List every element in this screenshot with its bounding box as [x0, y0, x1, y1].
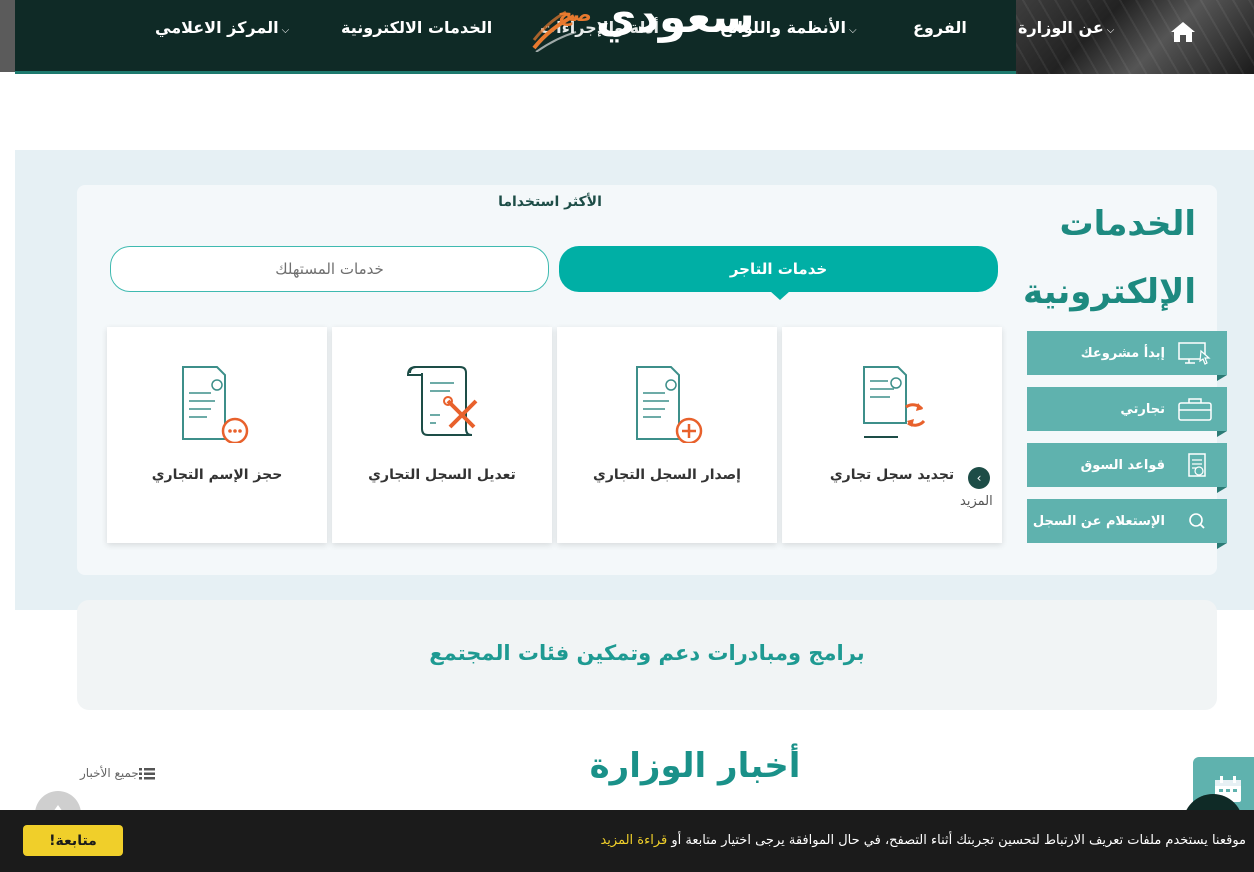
nav-item-media-center[interactable]: ⌵المركز الاعلامي: [155, 18, 289, 37]
side-button-label: الإستعلام عن السجل: [1032, 513, 1165, 529]
nav-item-branches[interactable]: الفروع: [913, 18, 967, 37]
nav-item-label: عن الوزارة: [1018, 18, 1104, 37]
add-document-icon: [636, 366, 703, 443]
chevron-down-icon: ⌵: [1106, 25, 1115, 36]
nav-item-label: المركز الاعلامي: [155, 18, 279, 37]
nav-background: [15, 0, 1016, 74]
my-business-button[interactable]: تجارتي: [1027, 387, 1227, 437]
side-button-label: قواعد السوق: [1080, 457, 1165, 473]
home-icon[interactable]: [1170, 20, 1196, 44]
renew-document-icon: [863, 366, 926, 438]
eservices-title-line1: الخدمات: [1059, 204, 1196, 244]
nav-left-strip: [0, 0, 15, 72]
briefcase-icon: [1178, 398, 1212, 421]
rules-document-icon: [1188, 453, 1206, 477]
edit-scroll-icon: [406, 366, 478, 436]
site-logo[interactable]: أدلة والإجراءات سعودي صح: [528, 0, 755, 60]
all-news-link[interactable]: جميع الأخبار: [80, 766, 159, 780]
cookie-message: موقعنا يستخدم ملفات تعريف الارتباط لتحسي…: [600, 833, 1246, 848]
logo-mark-icon: [532, 10, 577, 52]
news-section-title: أخبار الوزارة: [589, 746, 801, 786]
more-services-link[interactable]: المزيد: [960, 494, 993, 509]
side-button-label: إبدأ مشروعك: [1080, 345, 1165, 361]
list-icon: [138, 767, 155, 779]
eservices-title-line2: الإلكترونية: [1023, 272, 1196, 312]
cookie-accept-label: متابعة!: [49, 832, 97, 849]
service-card-modify-cr[interactable]: تعديل السجل التجاري: [332, 327, 552, 543]
start-project-button[interactable]: إبدأ مشروعك: [1027, 331, 1227, 381]
tab-label: خدمات التاجر: [729, 260, 828, 278]
all-news-label: جميع الأخبار: [80, 766, 139, 780]
side-button-label: تجارتي: [1120, 401, 1165, 417]
monitor-cursor-icon: [1178, 342, 1211, 365]
search-icon: [1189, 513, 1205, 529]
most-used-heading: الأكثر استخداما: [498, 194, 602, 210]
chevron-right-icon[interactable]: ›: [968, 467, 990, 489]
nav-item-label: الفروع: [913, 18, 967, 37]
service-card-reserve-name[interactable]: حجز الإسم التجاري: [107, 327, 327, 543]
service-card-label: تعديل السجل التجاري: [368, 467, 516, 483]
cookie-read-more-link[interactable]: قراءة المزيد: [600, 833, 667, 848]
chevron-down-icon: ⌵: [281, 25, 290, 36]
tab-consumer-services[interactable]: خدمات المستهلك: [110, 246, 549, 292]
top-navigation: ⌵عن الوزارة الفروع ⌵الأنظمة واللوائح أدل…: [0, 0, 1254, 74]
tab-label: خدمات المستهلك: [275, 260, 384, 278]
service-card-renew-cr[interactable]: تجديد سجل تجاري: [782, 327, 1002, 543]
active-tab-pointer: [770, 291, 790, 300]
nav-item-eservices[interactable]: الخدمات الالكترونية: [341, 18, 492, 37]
nav-item-label: الخدمات الالكترونية: [341, 18, 493, 37]
tab-merchant-services[interactable]: خدمات التاجر: [559, 246, 998, 292]
logo-text: سعودي: [596, 0, 755, 43]
nav-item-about[interactable]: ⌵عن الوزارة: [1018, 18, 1114, 37]
header-photo: [1016, 0, 1254, 74]
registry-inquiry-button[interactable]: الإستعلام عن السجل: [1027, 499, 1227, 549]
eservices-title: الخدمات الإلكترونية: [986, 190, 1196, 326]
service-card-label: حجز الإسم التجاري: [151, 467, 283, 483]
cookie-accept-button[interactable]: متابعة!: [23, 825, 123, 856]
service-card-issue-cr[interactable]: إصدار السجل التجاري: [557, 327, 777, 543]
chevron-down-icon: ⌵: [849, 25, 857, 36]
service-card-label: إصدار السجل التجاري: [593, 467, 741, 483]
market-rules-button[interactable]: قواعد السوق: [1027, 443, 1227, 493]
reserve-document-icon: [182, 366, 249, 443]
community-title: برامج ومبادرات دعم وتمكين فئات المجتمع: [429, 641, 865, 665]
cookie-message-text: موقعنا يستخدم ملفات تعريف الارتباط لتحسي…: [671, 833, 1246, 848]
